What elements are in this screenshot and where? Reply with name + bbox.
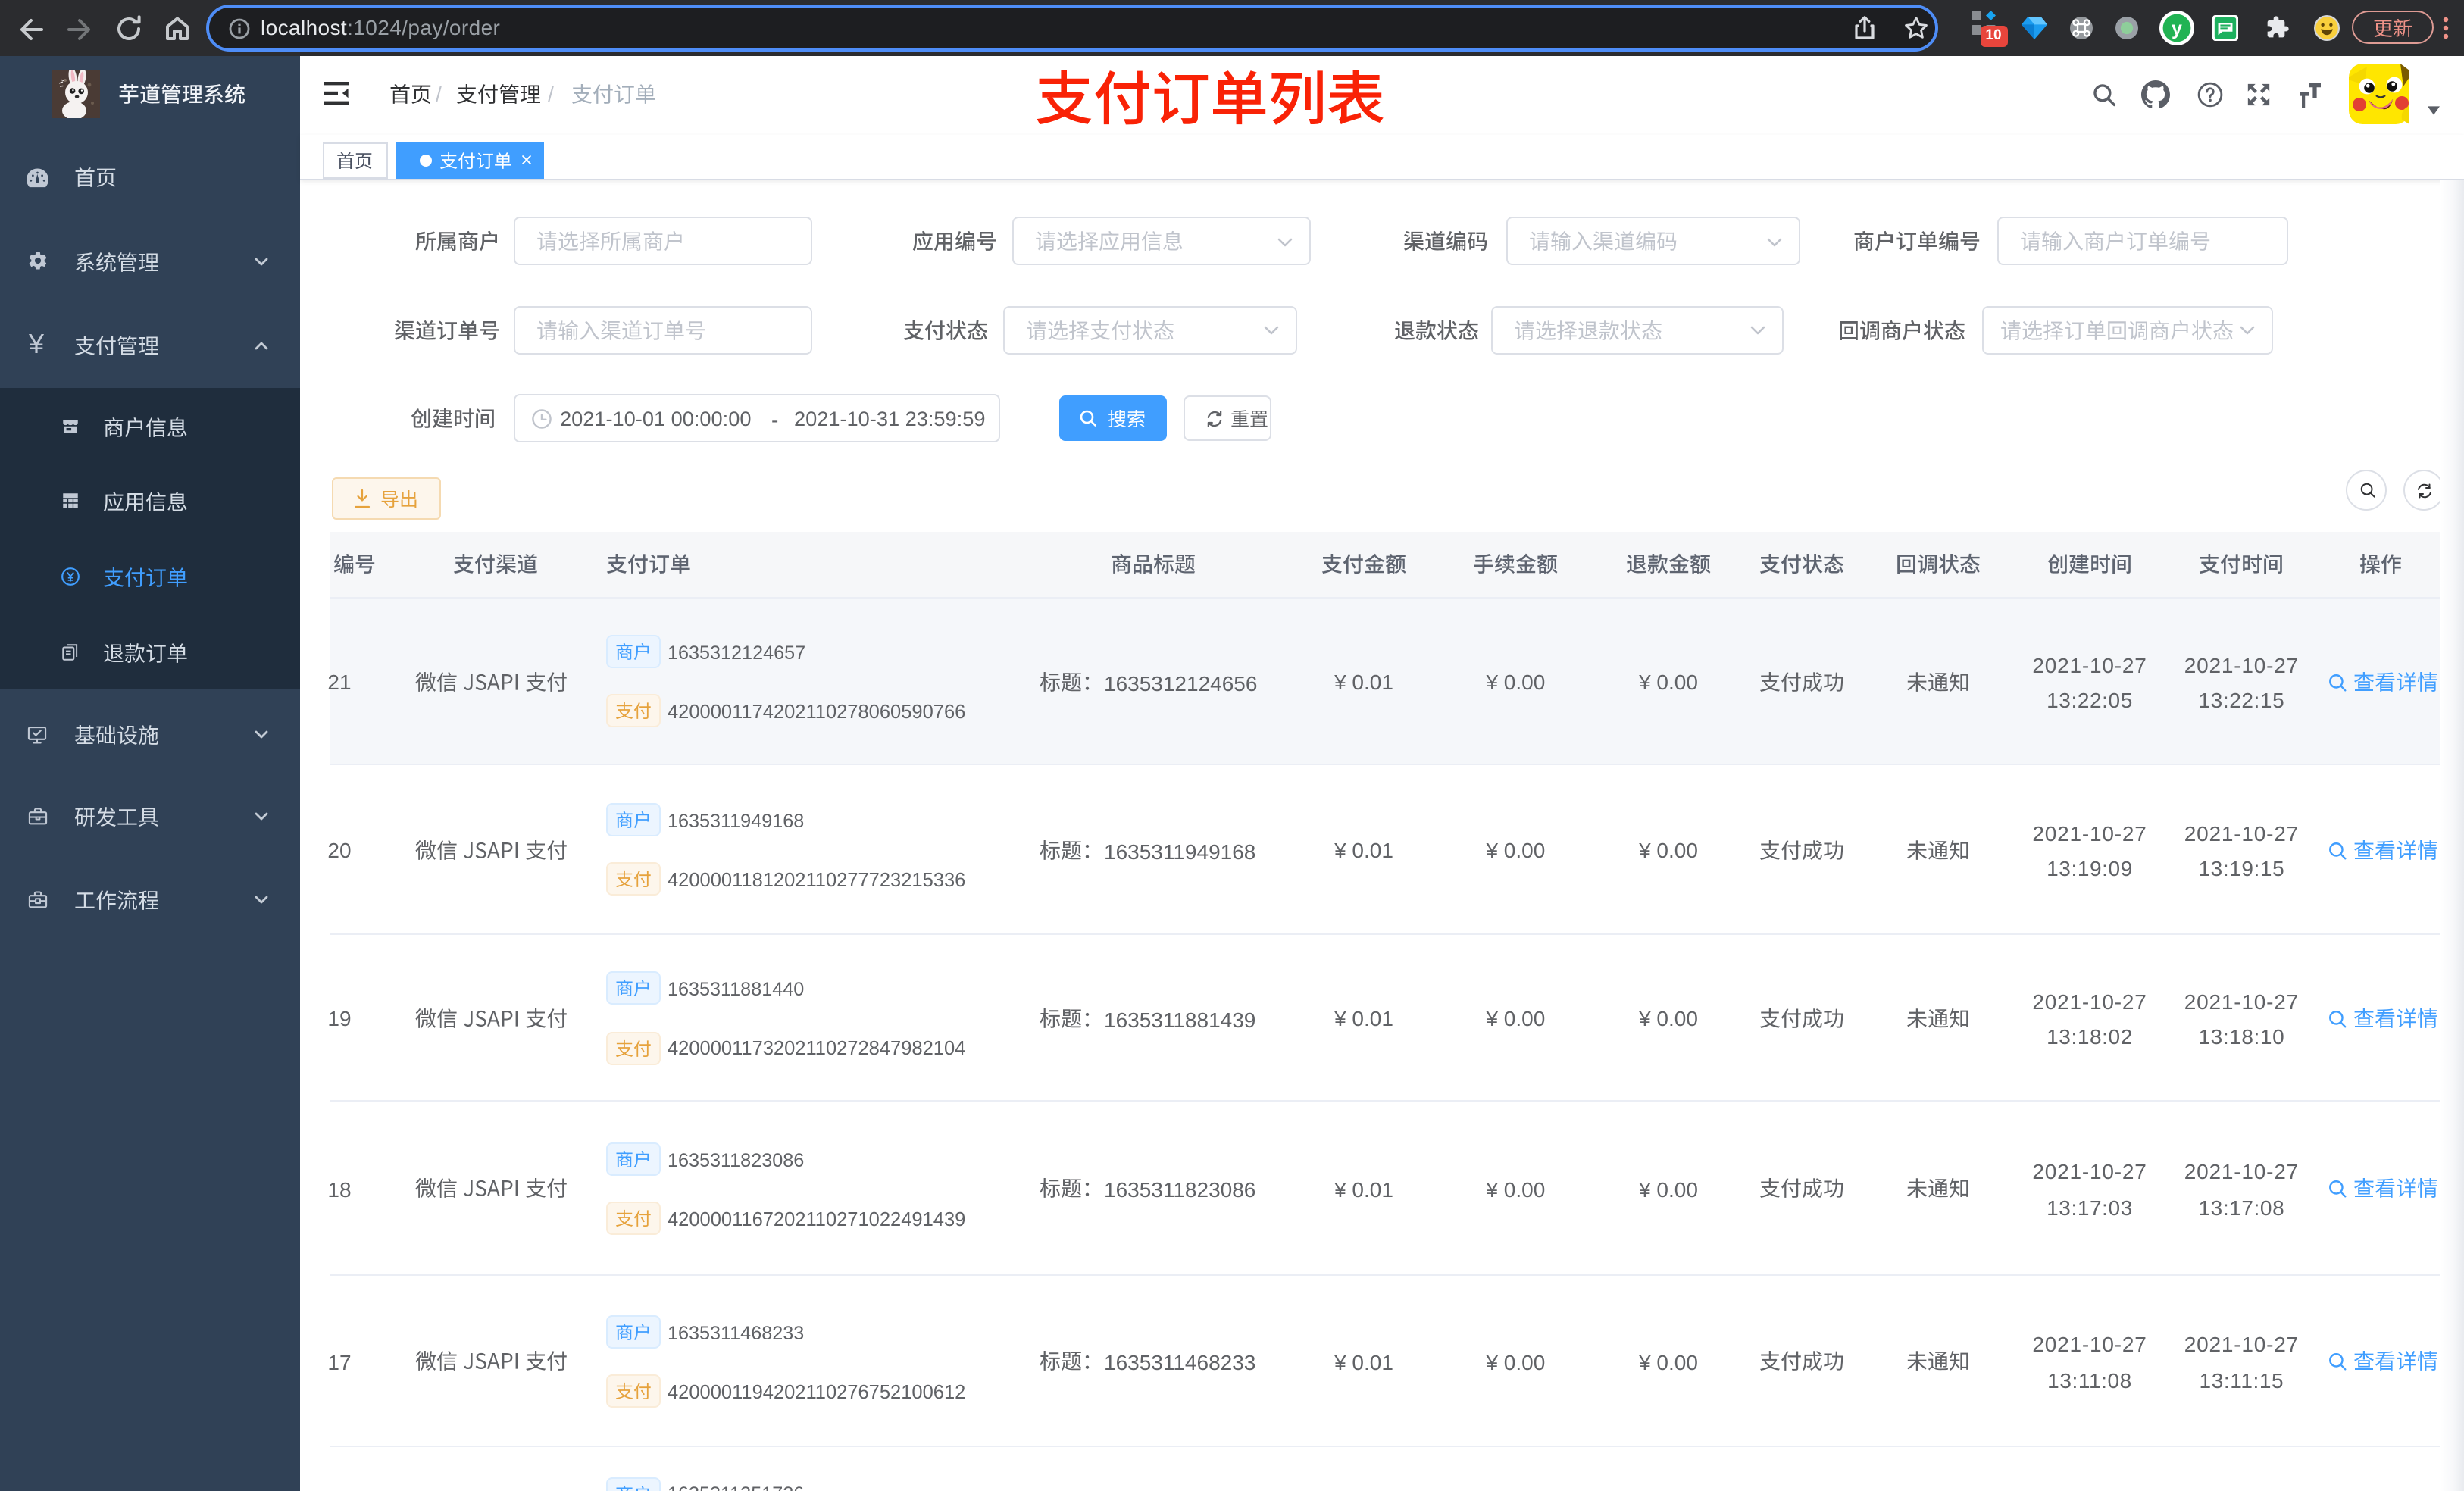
svg-text:y: y	[2172, 18, 2182, 39]
